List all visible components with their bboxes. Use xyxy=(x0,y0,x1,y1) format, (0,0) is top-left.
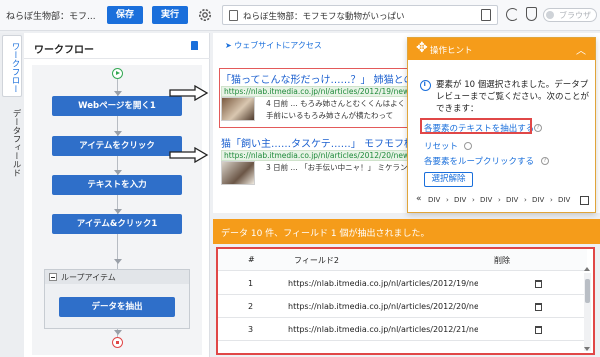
breadcrumb-item[interactable]: DIV xyxy=(558,196,570,204)
table-row[interactable]: 2 https://nlab.itmedia.co.jp/nl/articles… xyxy=(218,296,587,318)
node-item-click[interactable]: アイテム&クリック1 xyxy=(52,214,182,234)
top-toolbar: ねらぼ生物部：モフ... 保存 実行 ねらぼ生物部：モフモフな動物がいっぱい ブ… xyxy=(0,0,600,31)
row-index: 3 xyxy=(248,325,254,334)
info-icon xyxy=(420,80,431,91)
breadcrumb-item[interactable]: DIV xyxy=(428,196,440,204)
workflow-panel: ワークフロー Webページを開く1 アイテムをクリック テキストを入力 アイテム… xyxy=(24,33,210,357)
refresh-icon[interactable] xyxy=(506,8,519,21)
breadcrumb-item[interactable]: DIV xyxy=(454,196,466,204)
result-2[interactable]: 猫「飼い主……タスケテ……」 モフモフ枕に https://nlab.itmed… xyxy=(221,135,413,161)
col-header-delete: 削除 xyxy=(494,256,510,265)
node-extract-data[interactable]: データを抽出 xyxy=(59,297,175,317)
extract-status-text: データ 10 件、フィールド 1 個が抽出されました。 xyxy=(221,229,430,239)
workflow-title: ワークフロー xyxy=(34,45,94,56)
row-value[interactable]: https://nlab.itmedia.co.jp/nl/articles/2… xyxy=(288,302,478,311)
shield-icon[interactable] xyxy=(526,7,537,21)
row-value[interactable]: https://nlab.itmedia.co.jp/nl/articles/2… xyxy=(288,279,478,288)
node-open-webpage[interactable]: Webページを開く1 xyxy=(52,96,182,116)
hint-header: ✥ 操作ヒント ︿ xyxy=(408,38,595,60)
tab-data-field[interactable]: データフィールド xyxy=(2,103,22,183)
help-icon[interactable]: ? xyxy=(534,124,542,132)
breadcrumb-item[interactable]: DIV xyxy=(480,196,492,204)
project-title: ねらぼ生物部：モフ... xyxy=(6,12,96,22)
loop-header: ループアイテム xyxy=(45,270,189,284)
collapse-icon[interactable] xyxy=(49,273,57,281)
arrow-down-icon xyxy=(114,330,122,335)
trash-icon[interactable] xyxy=(535,326,542,334)
result-2-desc: 3 日前 ... 「お手伝い中ニャ！」 ミケランジ xyxy=(221,161,415,181)
loop-click-link[interactable]: 各要素をループクリックする xyxy=(424,155,534,167)
node-click-item[interactable]: アイテムをクリック xyxy=(52,136,182,156)
extract-status-bar: データ 10 件、フィールド 1 個が抽出されました。 xyxy=(213,219,600,244)
col-header-field2[interactable]: フィールド2 xyxy=(294,255,339,266)
browser-toggle-label: ブラウザ xyxy=(559,11,591,20)
browser-toggle[interactable]: ブラウザ xyxy=(543,8,597,22)
start-icon xyxy=(112,68,123,79)
clear-selection-button[interactable]: 選択解除 xyxy=(424,172,473,187)
chevron-right-icon: › xyxy=(472,196,475,204)
trash-icon[interactable] xyxy=(535,303,542,311)
tab-workflow[interactable]: ワークフロー xyxy=(2,35,22,97)
loop-label: ループアイテム xyxy=(61,273,116,282)
arrow-down-icon xyxy=(114,259,122,264)
arrow-right-icon xyxy=(169,147,209,163)
run-button[interactable]: 実行 xyxy=(152,6,188,24)
col-header-index: # xyxy=(248,255,255,264)
extract-link-highlight xyxy=(420,118,532,134)
move-icon[interactable]: ✥ xyxy=(416,41,428,55)
row-index: 2 xyxy=(248,302,254,311)
workflow-header: ワークフロー xyxy=(24,33,210,59)
element-breadcrumb: « DIV › DIV › DIV › DIV › DIV › DIV xyxy=(416,194,591,208)
loop-block[interactable]: ループアイテム データを抽出 xyxy=(44,269,190,329)
chevron-right-icon: › xyxy=(446,196,449,204)
row-index: 1 xyxy=(248,279,254,288)
chevron-right-icon: › xyxy=(524,196,527,204)
help-icon[interactable]: ? xyxy=(541,157,549,165)
scrollbar-thumb[interactable] xyxy=(585,279,590,303)
node-input-text[interactable]: テキストを入力 xyxy=(52,175,182,195)
vertical-tabs: ワークフロー データフィールド xyxy=(0,33,24,357)
toggle-knob xyxy=(546,11,554,19)
table-row[interactable]: 1 https://nlab.itmedia.co.jp/nl/articles… xyxy=(218,273,587,295)
breadcrumb-item[interactable]: DIV xyxy=(532,196,544,204)
visit-site-link[interactable]: ➤ ウェブサイトにアクセス xyxy=(225,40,322,54)
url-text: ねらぼ生物部：モフモフな動物がいっぱい xyxy=(243,12,405,22)
save-button[interactable]: 保存 xyxy=(107,6,143,24)
go-icon[interactable] xyxy=(481,9,491,21)
workflow-canvas: Webページを開く1 アイテムをクリック テキストを入力 アイテム&クリック1 … xyxy=(32,65,202,355)
page-icon xyxy=(229,10,238,21)
result-desc: 3 日前 ... 「お手伝い中ニャ！」 ミケランジ xyxy=(266,163,415,172)
gear-icon[interactable] xyxy=(197,6,213,24)
row-value[interactable]: https://nlab.itmedia.co.jp/nl/articles/2… xyxy=(288,325,478,334)
double-chevron-left-icon[interactable]: « xyxy=(416,194,422,204)
url-field[interactable]: ねらぼ生物部：モフモフな動物がいっぱい xyxy=(222,5,498,25)
chevron-right-icon: › xyxy=(498,196,501,204)
end-icon xyxy=(112,337,123,348)
pin-icon[interactable] xyxy=(191,41,198,50)
table-row[interactable]: 3 https://nlab.itmedia.co.jp/nl/articles… xyxy=(218,319,587,341)
operation-hint-panel: ✥ 操作ヒント ︿ 要素が 10 個選択されました。データプレビューまでご覧くだ… xyxy=(407,37,596,213)
scroll-up-icon[interactable] xyxy=(584,267,590,271)
vertical-scrollbar[interactable] xyxy=(584,273,591,351)
result-url[interactable]: https://nlab.itmedia.co.jp/nl/articles/2… xyxy=(221,150,413,161)
trash-icon[interactable] xyxy=(535,280,542,288)
result-title[interactable]: 猫「飼い主……タスケテ……」 モフモフ枕に xyxy=(221,135,413,150)
breadcrumb-item[interactable]: DIV xyxy=(506,196,518,204)
hint-message: 要素が 10 個選択されました。データプレビューまでご覧ください。次のことができ… xyxy=(436,80,590,114)
reset-link[interactable]: リセット xyxy=(424,140,458,152)
chevron-right-icon: › xyxy=(550,196,553,204)
reset-icon[interactable] xyxy=(464,142,472,150)
table-header: # フィールド2 削除 xyxy=(218,249,587,271)
arrow-right-icon xyxy=(169,85,209,101)
hint-title: 操作ヒント xyxy=(430,46,473,56)
selection-highlight xyxy=(219,68,415,128)
collapse-chevron-icon[interactable]: ︿ xyxy=(576,42,586,57)
data-preview-table: # フィールド2 削除 1 https://nlab.itmedia.co.jp… xyxy=(216,247,595,355)
external-link-icon[interactable] xyxy=(580,196,589,205)
scroll-down-icon[interactable] xyxy=(584,347,590,351)
